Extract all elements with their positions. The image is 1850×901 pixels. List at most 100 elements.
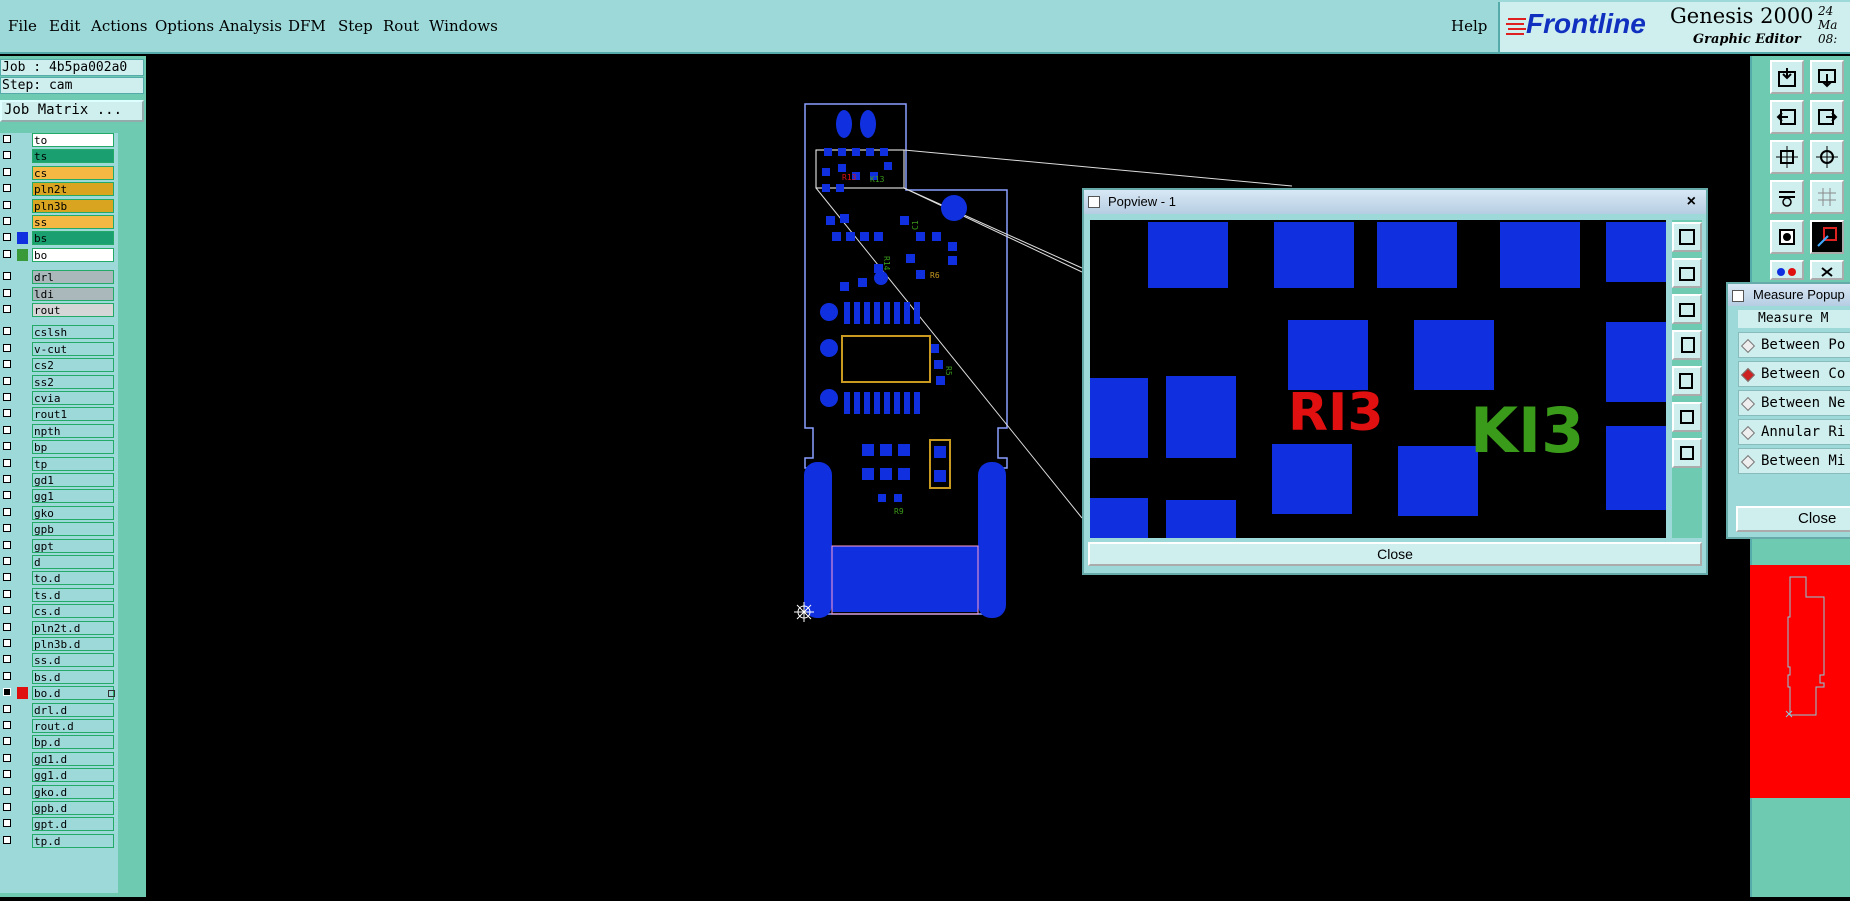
- layer-row[interactable]: rout1: [0, 407, 116, 422]
- layer-checkbox[interactable]: [3, 360, 11, 369]
- layer-color-swatch[interactable]: [17, 425, 28, 437]
- layer-name[interactable]: rout: [32, 303, 114, 317]
- layer-color-swatch[interactable]: [17, 408, 28, 420]
- layer-checkbox[interactable]: [3, 753, 11, 762]
- menu-options[interactable]: Options: [155, 17, 214, 35]
- layer-color-swatch[interactable]: [17, 736, 28, 748]
- layer-name[interactable]: rout1: [32, 407, 114, 422]
- layer-row[interactable]: gko: [0, 505, 116, 520]
- layer-name[interactable]: tp.d: [32, 833, 114, 848]
- popview-close-button[interactable]: Close: [1088, 542, 1702, 566]
- layer-color-swatch[interactable]: [17, 490, 28, 502]
- import-icon[interactable]: [1770, 60, 1804, 94]
- measure-option[interactable]: Annular Ri: [1738, 419, 1850, 445]
- layer-row[interactable]: bp.d: [0, 735, 116, 750]
- layer-row[interactable]: pln3b: [0, 198, 116, 213]
- layer-name[interactable]: pln2t.d: [32, 620, 114, 635]
- popview-titlebar[interactable]: Popview - 1 ×: [1084, 190, 1706, 214]
- layer-checkbox[interactable]: [3, 272, 11, 281]
- layer-color-swatch[interactable]: [17, 687, 28, 700]
- layer-row[interactable]: npth: [0, 423, 116, 438]
- layer-row[interactable]: gpb.d: [0, 801, 116, 815]
- grid-icon[interactable]: [1810, 180, 1844, 214]
- layer-name[interactable]: cvia: [32, 391, 114, 405]
- pv-tool-3-icon[interactable]: [1672, 294, 1702, 324]
- layer-name[interactable]: npth: [32, 423, 114, 438]
- layer-name[interactable]: ldi: [32, 286, 114, 301]
- layer-row[interactable]: ss: [0, 215, 116, 229]
- layer-row[interactable]: bs.d: [0, 669, 116, 684]
- layer-color-swatch[interactable]: [17, 802, 28, 814]
- layer-checkbox[interactable]: [3, 540, 11, 549]
- layer-color-swatch[interactable]: [17, 507, 28, 519]
- measure-option[interactable]: Between Mi: [1738, 448, 1850, 474]
- layer-row[interactable]: ts: [0, 149, 116, 164]
- layer-checkbox[interactable]: [3, 606, 11, 615]
- layer-checkbox[interactable]: [3, 343, 11, 352]
- layer-color-swatch[interactable]: [17, 216, 28, 228]
- layer-color-swatch[interactable]: [17, 232, 28, 245]
- layer-color-swatch[interactable]: [17, 271, 28, 283]
- layer-checkbox[interactable]: [3, 721, 11, 729]
- layer-row[interactable]: cs2: [0, 358, 116, 373]
- layer-name[interactable]: to: [32, 133, 114, 147]
- layer-name[interactable]: gd1: [32, 473, 114, 487]
- layer-checkbox[interactable]: [3, 524, 11, 533]
- layer-name[interactable]: ss2: [32, 374, 114, 389]
- layer-checkbox[interactable]: [3, 409, 11, 418]
- layer-name[interactable]: gd1.d: [32, 751, 114, 766]
- layer-checkbox[interactable]: [3, 249, 11, 258]
- layer-checkbox[interactable]: [3, 458, 11, 467]
- layer-color-swatch[interactable]: [17, 288, 28, 300]
- menu-dfm[interactable]: DFM: [288, 17, 326, 35]
- pv-tool-5-icon[interactable]: [1672, 366, 1702, 396]
- layer-name[interactable]: d: [32, 555, 114, 569]
- menu-step[interactable]: Step: [338, 17, 373, 35]
- layer-name[interactable]: gpb.d: [32, 801, 114, 815]
- zoom-fit-icon[interactable]: [1770, 140, 1804, 174]
- layer-row[interactable]: tp.d: [0, 833, 116, 848]
- cross-icon[interactable]: [1810, 260, 1844, 280]
- layer-row[interactable]: ss.d: [0, 653, 116, 668]
- layer-name[interactable]: bp: [32, 440, 114, 455]
- layer-checkbox[interactable]: [3, 200, 11, 209]
- layer-checkbox[interactable]: [3, 327, 11, 336]
- layer-row[interactable]: pln3b.d: [0, 637, 116, 651]
- pv-tool-2-icon[interactable]: [1672, 258, 1702, 288]
- layer-name[interactable]: cs: [32, 165, 114, 180]
- layer-name[interactable]: cs2: [32, 358, 114, 373]
- layer-name[interactable]: gg1: [32, 489, 114, 504]
- layer-checkbox[interactable]: [3, 233, 11, 242]
- layer-checkbox[interactable]: [3, 393, 11, 401]
- layer-name[interactable]: gko.d: [32, 784, 114, 799]
- layer-row[interactable]: to: [0, 133, 116, 147]
- layer-color-swatch[interactable]: [17, 671, 28, 683]
- layer-color-swatch[interactable]: [17, 359, 28, 371]
- color-dots-icon[interactable]: [1770, 260, 1804, 280]
- layer-color-swatch[interactable]: [17, 769, 28, 781]
- layer-color-swatch[interactable]: [17, 392, 28, 404]
- layer-color-swatch[interactable]: [17, 753, 28, 765]
- layer-checkbox[interactable]: [3, 184, 11, 193]
- layer-row[interactable]: pln2t: [0, 182, 116, 197]
- layer-color-swatch[interactable]: [17, 704, 28, 716]
- layer-color-swatch[interactable]: [17, 200, 28, 212]
- layer-color-swatch[interactable]: [17, 150, 28, 162]
- layer-checkbox[interactable]: [3, 151, 11, 160]
- layer-color-swatch[interactable]: [17, 556, 28, 568]
- menu-analysis[interactable]: Analysis: [219, 17, 282, 35]
- layer-checkbox[interactable]: [3, 442, 11, 451]
- layer-row[interactable]: to.d: [0, 571, 116, 586]
- layer-checkbox[interactable]: [3, 557, 11, 565]
- layer-name[interactable]: ts: [32, 149, 114, 164]
- layer-row[interactable]: gg1.d: [0, 768, 116, 783]
- layer-name[interactable]: v-cut: [32, 341, 114, 356]
- layer-name[interactable]: gpt: [32, 538, 114, 553]
- layer-checkbox[interactable]: [3, 786, 11, 795]
- layer-row[interactable]: cs.d: [0, 604, 116, 619]
- layer-row[interactable]: bs: [0, 231, 116, 246]
- layer-name[interactable]: bo: [32, 247, 114, 262]
- layer-color-swatch[interactable]: [17, 474, 28, 486]
- job-matrix-button[interactable]: Job Matrix ...: [0, 100, 144, 122]
- layer-row[interactable]: gpt: [0, 538, 116, 553]
